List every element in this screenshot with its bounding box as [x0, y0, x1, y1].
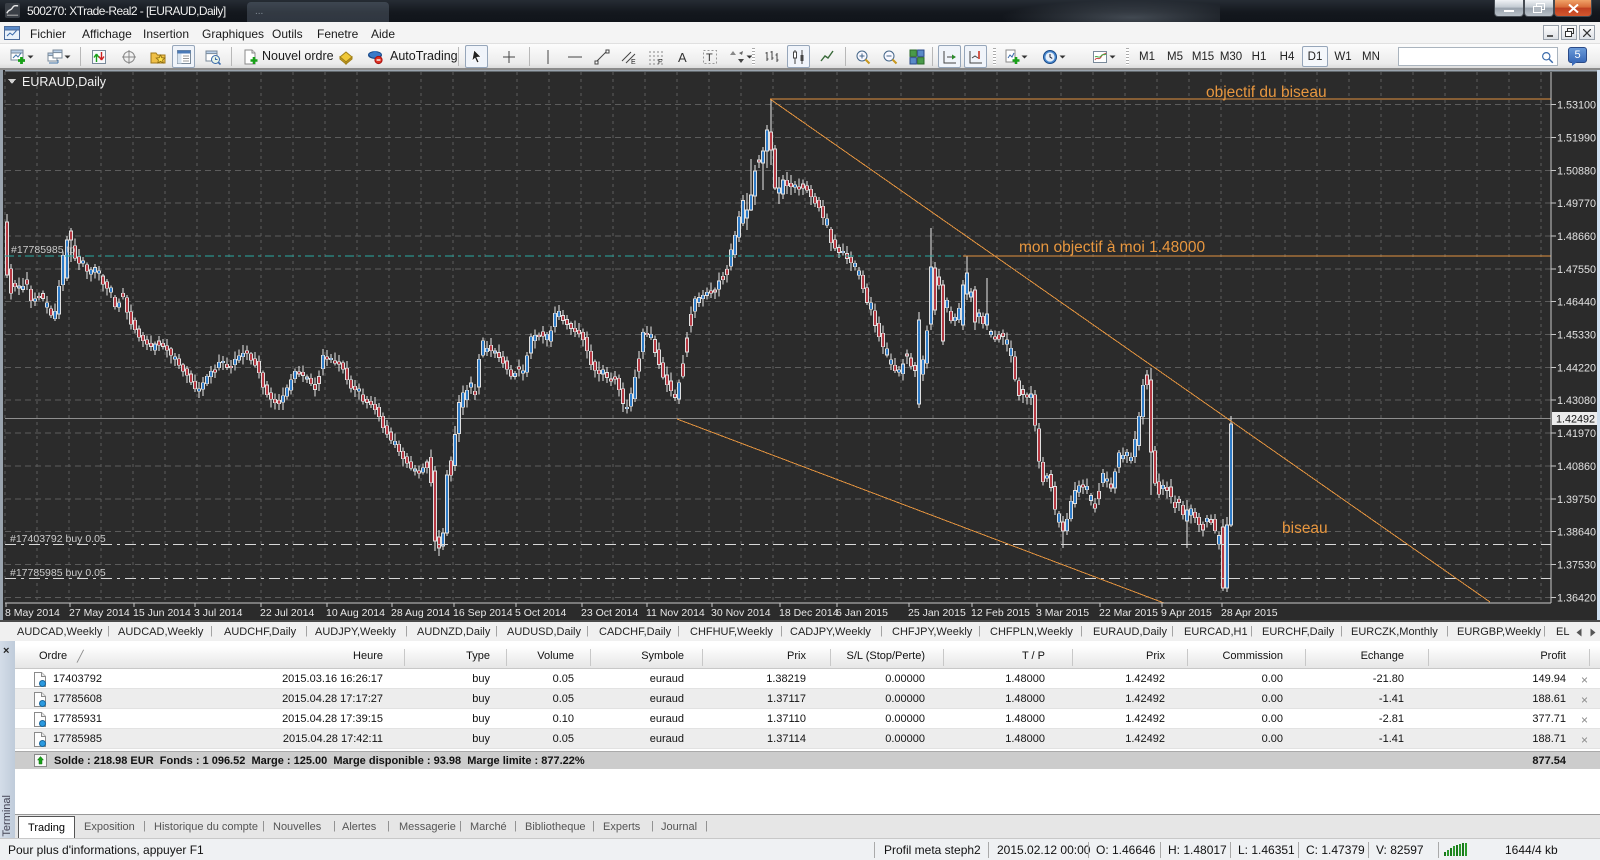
svg-text:15 Jun 2014: 15 Jun 2014 — [133, 607, 191, 619]
svg-text:1.50880: 1.50880 — [1557, 165, 1596, 177]
svg-text:22 Mar 2015: 22 Mar 2015 — [1099, 607, 1158, 619]
svg-text:E: E — [631, 59, 636, 65]
svg-text:28 Aug 2014: 28 Aug 2014 — [391, 607, 450, 619]
svg-text:27 May 2014: 27 May 2014 — [69, 607, 130, 619]
svg-text:mon objectif à moi 1.48000: mon objectif à moi 1.48000 — [1019, 239, 1205, 256]
svg-text:1.38640: 1.38640 — [1557, 527, 1596, 539]
svg-text:1.51990: 1.51990 — [1557, 132, 1596, 144]
svg-text:1.37530: 1.37530 — [1557, 560, 1596, 572]
svg-text:1.49770: 1.49770 — [1557, 198, 1596, 210]
svg-text:1.43080: 1.43080 — [1557, 395, 1596, 407]
svg-text:1.41970: 1.41970 — [1557, 428, 1596, 440]
svg-text:F: F — [658, 59, 662, 65]
svg-text:1.36420: 1.36420 — [1557, 592, 1596, 604]
svg-text:12 Feb 2015: 12 Feb 2015 — [971, 607, 1030, 619]
svg-text:8 May 2014: 8 May 2014 — [5, 607, 60, 619]
svg-text:1.53100: 1.53100 — [1557, 100, 1596, 112]
svg-text:EURAUD,Daily: EURAUD,Daily — [22, 75, 107, 89]
svg-text:22 Jul 2014: 22 Jul 2014 — [260, 607, 314, 619]
svg-text:10 Aug 2014: 10 Aug 2014 — [326, 607, 385, 619]
svg-text:11 Nov 2014: 11 Nov 2014 — [646, 607, 705, 619]
svg-text:28 Apr 2015: 28 Apr 2015 — [1221, 607, 1278, 619]
svg-text:#17785985 buy 0.05: #17785985 buy 0.05 — [10, 567, 106, 579]
svg-text:1.40860: 1.40860 — [1557, 461, 1596, 473]
svg-text:25 Jan 2015: 25 Jan 2015 — [908, 607, 966, 619]
svg-text:biseau: biseau — [1282, 520, 1328, 537]
svg-text:18 Dec 2014: 18 Dec 2014 — [779, 607, 839, 619]
svg-text:3 Jul 2014: 3 Jul 2014 — [194, 607, 243, 619]
svg-text:16 Sep 2014: 16 Sep 2014 — [453, 607, 513, 619]
svg-text:30 Nov 2014: 30 Nov 2014 — [711, 607, 771, 619]
svg-text:1.46440: 1.46440 — [1557, 297, 1596, 309]
svg-text:A: A — [678, 50, 687, 65]
svg-text:6 Jan 2015: 6 Jan 2015 — [836, 607, 888, 619]
svg-text:1.47550: 1.47550 — [1557, 264, 1596, 276]
svg-text:1.42492: 1.42492 — [1556, 414, 1595, 426]
svg-text:9 Apr 2015: 9 Apr 2015 — [1161, 607, 1212, 619]
svg-text:1.44220: 1.44220 — [1557, 362, 1596, 374]
svg-text:5 Oct 2014: 5 Oct 2014 — [515, 607, 567, 619]
svg-text:#17785985 tp: #17785985 tp — [11, 244, 75, 256]
svg-text:T: T — [706, 52, 713, 64]
svg-text:1.45330: 1.45330 — [1557, 330, 1596, 342]
svg-text:1.39750: 1.39750 — [1557, 494, 1596, 506]
svg-text:23 Oct 2014: 23 Oct 2014 — [581, 607, 638, 619]
svg-text:objectif du biseau: objectif du biseau — [1206, 84, 1327, 101]
svg-text:#17403792 buy 0.05: #17403792 buy 0.05 — [10, 533, 106, 545]
svg-text:1.48660: 1.48660 — [1557, 231, 1596, 243]
svg-text:3 Mar 2015: 3 Mar 2015 — [1036, 607, 1089, 619]
